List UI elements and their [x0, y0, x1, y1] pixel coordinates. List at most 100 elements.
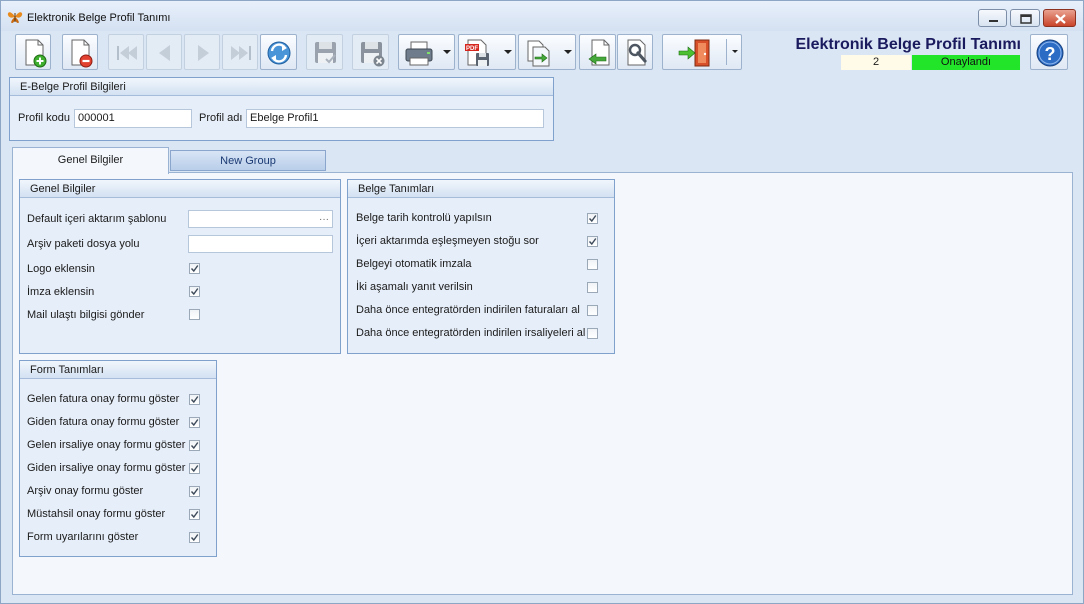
chevron-down-icon [732, 50, 738, 53]
checkmark-icon [190, 534, 199, 542]
outgoing-waybill-form-label: Giden irsaliye onay formu göster [27, 462, 186, 474]
form-warnings-label: Form uyarılarını göster [27, 531, 139, 543]
checkmark-icon [190, 265, 199, 273]
document-groupbox: Belge Tanımları Belge tarih kontrolü yap… [347, 179, 615, 354]
archive-path-label: Arşiv paketi dosya yolu [27, 238, 140, 250]
save-cancel-button[interactable] [352, 34, 389, 70]
next-record-button[interactable] [184, 34, 220, 70]
maximize-button[interactable] [1010, 9, 1040, 27]
svg-text:PDF: PDF [466, 46, 478, 52]
checkmark-icon [190, 288, 199, 296]
profile-name-label: Profil adı [199, 112, 243, 124]
split-divider [726, 39, 727, 65]
logo-checkbox[interactable] [189, 263, 200, 274]
first-record-icon [117, 46, 137, 60]
date-control-checkbox[interactable] [587, 213, 598, 224]
incoming-waybill-form-checkbox[interactable] [189, 440, 200, 451]
incoming-waybill-form-label: Gelen irsaliye onay formu göster [27, 439, 186, 451]
unmatched-stock-checkbox[interactable] [587, 236, 598, 247]
form-groupbox-title: Form Tanımları [20, 361, 216, 379]
general-groupbox-title: Genel Bilgiler [20, 180, 340, 198]
save-button[interactable] [306, 34, 343, 70]
chevron-down-icon [504, 50, 512, 54]
close-icon [1055, 14, 1066, 24]
archive-form-label: Arşiv onay formu göster [27, 485, 144, 497]
checkmark-icon [190, 396, 199, 404]
download-invoices-checkbox[interactable] [587, 305, 598, 316]
record-number: 2 [841, 55, 911, 70]
save-icon [315, 42, 336, 64]
maximize-icon [1020, 14, 1032, 24]
refresh-icon [267, 41, 291, 65]
exit-button[interactable] [662, 34, 742, 70]
refresh-button[interactable] [260, 34, 297, 70]
logo-label: Logo eklensin [27, 263, 95, 275]
signature-checkbox[interactable] [189, 286, 200, 297]
first-record-button[interactable] [108, 34, 144, 70]
signature-label: İmza eklensin [27, 286, 95, 298]
checkmark-icon [588, 238, 597, 246]
main-window: Elektronik Belge Profil Tanımı PDF Elekt… [0, 0, 1084, 604]
tools-icon [627, 39, 647, 66]
exit-icon [678, 39, 710, 67]
template-field[interactable]: ··· [188, 210, 333, 228]
form-warnings-checkbox[interactable] [189, 532, 200, 543]
checkmark-icon [190, 488, 199, 496]
producer-form-checkbox[interactable] [189, 509, 200, 520]
auto-sign-checkbox[interactable] [587, 259, 598, 270]
incoming-invoice-form-label: Gelen fatura onay formu göster [27, 393, 180, 405]
download-waybills-checkbox[interactable] [587, 328, 598, 339]
close-button[interactable] [1043, 9, 1076, 27]
help-button[interactable]: ? [1030, 34, 1068, 70]
chevron-down-icon [564, 50, 572, 54]
previous-record-button[interactable] [146, 34, 182, 70]
tab-genel-bilgiler[interactable]: Genel Bilgiler [12, 147, 169, 174]
help-icon: ? [1036, 39, 1064, 67]
two-step-reply-checkbox[interactable] [587, 282, 598, 293]
checkmark-icon [190, 442, 199, 450]
auto-sign-label: Belgeyi otomatik imzala [356, 258, 472, 270]
minimize-button[interactable] [978, 9, 1007, 27]
butterfly-app-icon [7, 12, 23, 23]
last-record-button[interactable] [222, 34, 258, 70]
title-bar: Elektronik Belge Profil Tanımı [1, 1, 1083, 31]
archive-path-field[interactable] [188, 235, 333, 253]
download-invoices-label: Daha önce entegratörden indirilen fatura… [356, 304, 580, 316]
outgoing-invoice-form-checkbox[interactable] [189, 417, 200, 428]
profile-code-field[interactable]: 000001 [74, 109, 192, 128]
checkmark-icon [588, 215, 597, 223]
new-document-icon [25, 39, 47, 68]
import-button[interactable] [579, 34, 616, 70]
tools-button[interactable] [617, 34, 653, 70]
print-button[interactable] [398, 34, 455, 70]
mail-notify-checkbox[interactable] [189, 309, 200, 320]
form-groupbox: Form Tanımları Gelen fatura onay formu g… [19, 360, 217, 557]
producer-form-label: Müstahsil onay formu göster [27, 508, 166, 520]
document-groupbox-title: Belge Tanımları [348, 180, 614, 198]
svg-text:?: ? [1045, 44, 1056, 64]
pdf-button[interactable]: PDF [458, 34, 516, 70]
browse-ellipsis-button[interactable]: ··· [319, 211, 329, 228]
new-button[interactable] [15, 34, 51, 70]
download-waybills-label: Daha önce entegratörden indirilen irsali… [356, 327, 586, 339]
profile-groupbox: E-Belge Profil Bilgileri Profil kodu 000… [9, 77, 554, 141]
tab-new-group[interactable]: New Group [170, 150, 326, 171]
incoming-invoice-form-checkbox[interactable] [189, 394, 200, 405]
general-groupbox: Genel Bilgiler Default içeri aktarım şab… [19, 179, 341, 354]
checkmark-icon [190, 511, 199, 519]
delete-document-icon [71, 39, 93, 68]
outgoing-waybill-form-checkbox[interactable] [189, 463, 200, 474]
export-button[interactable] [518, 34, 576, 70]
profile-name-field[interactable]: Ebelge Profil1 [246, 109, 544, 128]
mail-notify-label: Mail ulaştı bilgisi gönder [27, 309, 145, 321]
delete-button[interactable] [62, 34, 98, 70]
save-cancel-icon [361, 42, 385, 67]
archive-form-checkbox[interactable] [189, 486, 200, 497]
pdf-save-icon: PDF [465, 39, 489, 66]
print-icon [405, 41, 433, 66]
template-label: Default içeri aktarım şablonu [27, 213, 167, 225]
two-step-reply-label: İki aşamalı yanıt verilsin [356, 281, 473, 293]
export-icon [527, 40, 550, 67]
date-control-label: Belge tarih kontrolü yapılsın [356, 212, 492, 224]
page-title: Elektronik Belge Profil Tanımı [795, 36, 1021, 53]
